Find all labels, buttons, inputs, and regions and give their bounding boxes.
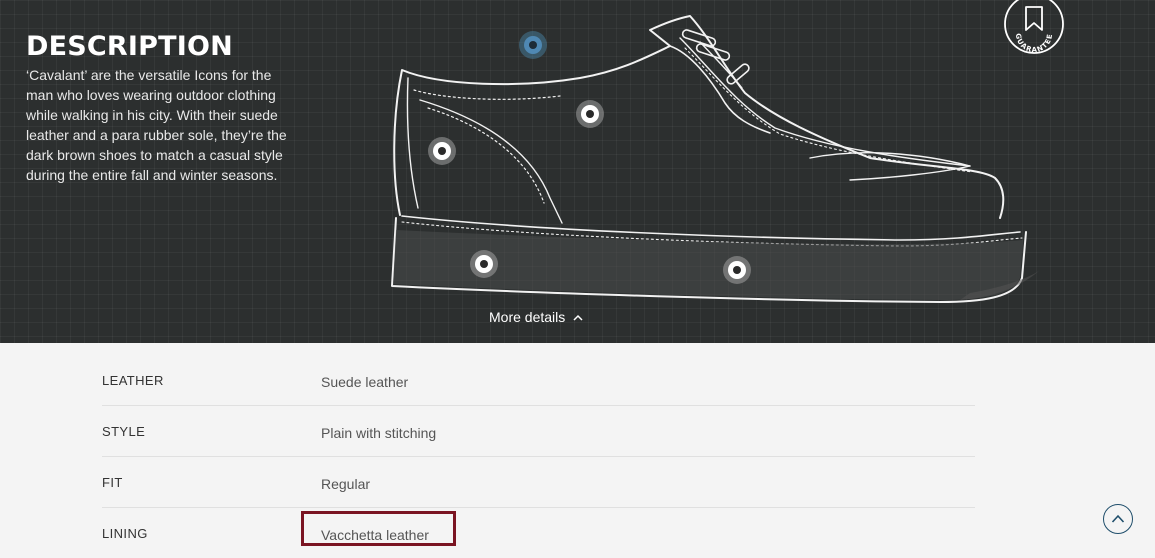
hotspot-heel-counter[interactable] <box>428 137 456 165</box>
svg-text:GUARANTEE: GUARANTEE <box>1014 33 1054 54</box>
bookmark-icon <box>1025 6 1043 31</box>
chevron-up-icon <box>573 314 583 321</box>
chevron-up-icon <box>1111 510 1125 528</box>
hotspot-sole-toe[interactable] <box>723 256 751 284</box>
detail-value: Plain with stitching <box>321 425 437 441</box>
product-description-hero: DESCRIPTION ‘Cavalant’ are the versatile… <box>0 0 1155 343</box>
hotspot-sole-heel[interactable] <box>470 250 498 278</box>
description-text: ‘Cavalant’ are the versatile Icons for t… <box>26 67 287 183</box>
detail-row-fit: FIT Regular <box>102 457 975 508</box>
detail-label: LINING <box>102 526 148 541</box>
detail-row-style: STYLE Plain with stitching <box>102 406 975 457</box>
detail-row-lining: LINING Vacchetta leather <box>102 508 975 558</box>
detail-label: FIT <box>102 475 123 490</box>
hotspot-vamp[interactable] <box>576 100 604 128</box>
detail-label: LEATHER <box>102 373 164 388</box>
detail-label: STYLE <box>102 424 146 439</box>
detail-row-leather: LEATHER Suede leather <box>102 355 975 406</box>
description-title: DESCRIPTION <box>26 31 233 62</box>
scroll-to-top-button[interactable] <box>1103 504 1133 534</box>
lining-value-highlight <box>301 511 456 546</box>
hotspot-collar[interactable] <box>519 31 547 59</box>
detail-value: Suede leather <box>321 374 409 390</box>
product-details-table: LEATHER Suede leather STYLE Plain with s… <box>102 355 975 558</box>
guarantee-text: GUARANTEE <box>1014 33 1053 54</box>
guarantee-badge[interactable]: GUARANTEE <box>1002 0 1066 65</box>
more-details-label: More details <box>489 309 566 325</box>
more-details-toggle[interactable]: More details <box>489 309 583 325</box>
detail-value: Regular <box>321 476 371 492</box>
